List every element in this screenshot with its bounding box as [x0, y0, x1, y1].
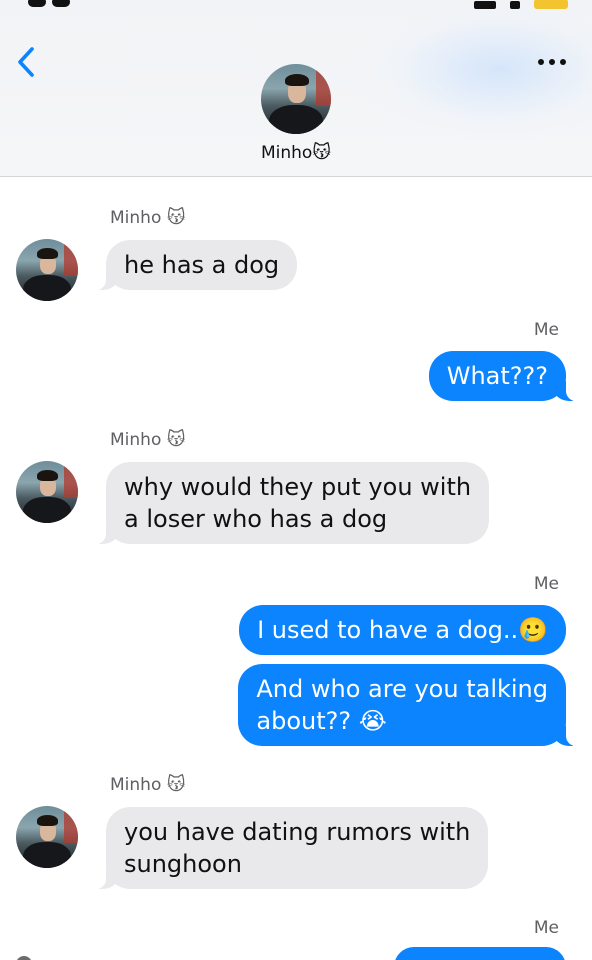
outgoing-message-bubble[interactable]: And who are you talking about?? 😭	[238, 664, 576, 746]
sender-avatar	[16, 956, 32, 960]
conversation-header: Minho😽	[0, 0, 592, 177]
sender-avatar[interactable]	[16, 461, 78, 523]
sender-label-me: Me	[533, 574, 559, 594]
ellipsis-icon	[538, 59, 544, 65]
back-button[interactable]	[10, 44, 42, 80]
outgoing-message-bubble[interactable]: I used to have a dog..🥲	[239, 605, 566, 655]
outgoing-message-bubble[interactable]	[394, 947, 566, 960]
sender-label-me: Me	[533, 918, 559, 938]
contact-name[interactable]: Minho😽	[0, 142, 592, 163]
contact-photo	[261, 64, 331, 134]
status-bar-icons	[474, 0, 568, 9]
more-options-button[interactable]	[532, 50, 572, 74]
signal-icon	[474, 1, 496, 9]
wifi-icon	[510, 1, 520, 9]
status-bar-time	[28, 0, 108, 7]
sender-label: Minho 😽	[110, 774, 186, 795]
incoming-message-bubble[interactable]: he has a dog	[95, 240, 298, 290]
battery-icon	[534, 0, 568, 9]
sender-avatar[interactable]	[16, 806, 78, 868]
incoming-message-bubble[interactable]: you have dating rumors with sunghoon	[95, 807, 489, 889]
sender-label: Minho 😽	[110, 429, 186, 450]
sender-label: Minho 😽	[110, 207, 186, 228]
chevron-left-icon	[18, 47, 34, 77]
cat-kiss-emoji: 😽	[312, 142, 332, 163]
contact-name-text: Minho	[260, 143, 313, 163]
sender-label-me: Me	[533, 320, 559, 340]
sender-avatar[interactable]	[16, 239, 78, 301]
incoming-message-bubble[interactable]: why would they put you with a loser who …	[95, 462, 490, 544]
outgoing-message-bubble[interactable]: What???	[428, 351, 577, 401]
contact-avatar[interactable]	[261, 64, 331, 134]
chat-screen: Minho😽 Minho 😽 he has a dog Me What??? M…	[0, 0, 592, 960]
